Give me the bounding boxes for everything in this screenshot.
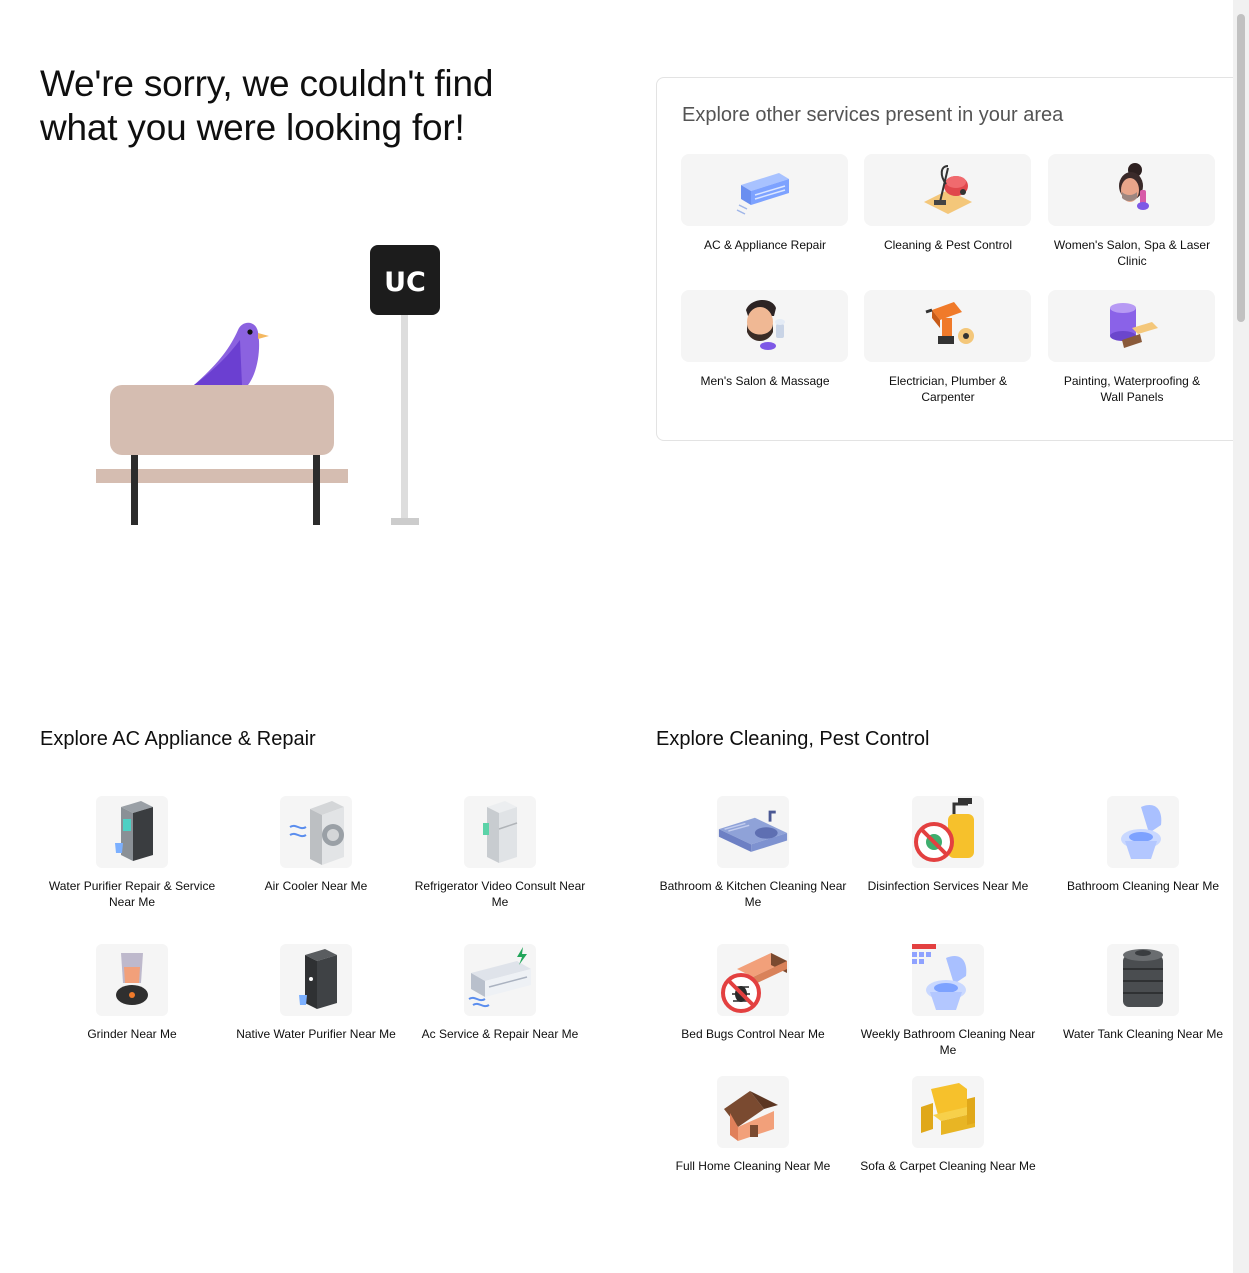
service-electrician-plumber[interactable]: Electrician, Plumber & Carpenter: [864, 290, 1032, 405]
paint-bucket-icon: [1048, 290, 1215, 362]
item-disinfection-services[interactable]: Disinfection Services Near Me: [853, 796, 1043, 894]
vertical-scrollbar[interactable]: [1233, 0, 1249, 1273]
water-purifier-icon: [96, 796, 168, 868]
section-title-ac: Explore AC Appliance & Repair: [40, 728, 316, 750]
vacuum-cleaner-icon: [864, 154, 1031, 226]
item-label: Air Cooler Near Me: [264, 879, 368, 893]
service-cleaning-pest-control[interactable]: Cleaning & Pest Control: [864, 154, 1032, 253]
refrigerator-icon: [464, 796, 536, 868]
house-icon: [717, 1076, 789, 1148]
item-label: Native Water Purifier Near Me: [236, 1027, 396, 1041]
grinder-icon: [96, 944, 168, 1016]
item-label: Bathroom Cleaning Near Me: [1066, 879, 1220, 893]
item-water-tank-cleaning[interactable]: Water Tank Cleaning Near Me: [1048, 944, 1238, 1042]
item-label: Full Home Cleaning Near Me: [675, 1159, 831, 1173]
explore-services-title: Explore other services present in your a…: [682, 104, 1064, 126]
item-native-water-purifier[interactable]: Native Water Purifier Near Me: [221, 944, 411, 1042]
item-ac-service[interactable]: Ac Service & Repair Near Me: [405, 944, 595, 1042]
item-label: Disinfection Services Near Me: [867, 879, 1029, 893]
not-found-illustration: UC: [90, 240, 450, 532]
ac-service-icon: [464, 944, 536, 1016]
toilet-icon: [1107, 796, 1179, 868]
page-title: We're sorry, we couldn't find what you w…: [40, 63, 494, 148]
service-label: Electrician, Plumber & Carpenter: [888, 374, 1008, 404]
item-bed-bugs-control[interactable]: Bed Bugs Control Near Me: [658, 944, 848, 1042]
service-label: Painting, Waterproofing & Wall Panels: [1063, 374, 1201, 404]
ac-unit-icon: [681, 154, 848, 226]
woman-facial-icon: [1048, 154, 1215, 226]
air-cooler-icon: [280, 796, 352, 868]
item-air-cooler[interactable]: Air Cooler Near Me: [221, 796, 411, 894]
item-label: Bed Bugs Control Near Me: [681, 1027, 825, 1041]
item-weekly-bathroom-cleaning[interactable]: Weekly Bathroom Cleaning Near Me: [853, 944, 1043, 1058]
armchair-icon: [912, 1076, 984, 1148]
service-womens-salon[interactable]: Women's Salon, Spa & Laser Clinic: [1048, 154, 1216, 269]
section-title-cleaning: Explore Cleaning, Pest Control: [656, 728, 930, 750]
kitchen-sink-icon: [717, 796, 789, 868]
bird-icon: [194, 322, 269, 385]
service-label: Cleaning & Pest Control: [883, 238, 1013, 252]
service-mens-salon[interactable]: Men's Salon & Massage: [681, 290, 849, 389]
item-label: Sofa & Carpet Cleaning Near Me: [860, 1159, 1036, 1173]
item-grinder[interactable]: Grinder Near Me: [37, 944, 227, 1042]
item-bathroom-kitchen-cleaning[interactable]: Bathroom & Kitchen Cleaning Near Me: [658, 796, 848, 910]
water-tank-icon: [1107, 944, 1179, 1016]
service-label: Men's Salon & Massage: [700, 374, 830, 388]
item-label: Water Tank Cleaning Near Me: [1062, 1027, 1224, 1041]
explore-services-card: Explore other services present in your a…: [656, 77, 1249, 441]
native-water-purifier-icon: [280, 944, 352, 1016]
disinfection-sprayer-icon: [912, 796, 984, 868]
item-bathroom-cleaning[interactable]: Bathroom Cleaning Near Me: [1048, 796, 1238, 894]
item-water-purifier[interactable]: Water Purifier Repair & Service Near Me: [37, 796, 227, 910]
item-label: Weekly Bathroom Cleaning Near Me: [860, 1027, 1036, 1057]
item-label: Ac Service & Repair Near Me: [421, 1027, 579, 1041]
service-painting-waterproofing[interactable]: Painting, Waterproofing & Wall Panels: [1048, 290, 1216, 405]
item-label: Grinder Near Me: [87, 1027, 177, 1041]
uc-logo: UC: [384, 267, 426, 298]
signpost-icon: UC: [370, 245, 440, 525]
bed-bug-icon: [717, 944, 789, 1016]
service-ac-appliance-repair[interactable]: AC & Appliance Repair: [681, 154, 849, 253]
service-label: AC & Appliance Repair: [703, 238, 827, 252]
item-label: Water Purifier Repair & Service Near Me: [48, 879, 216, 909]
bearded-man-icon: [681, 290, 848, 362]
bench-icon: [96, 385, 348, 525]
item-label: Refrigerator Video Consult Near Me: [414, 879, 586, 909]
weekly-toilet-icon: [912, 944, 984, 1016]
power-drill-icon: [864, 290, 1031, 362]
scrollbar-thumb[interactable]: [1237, 14, 1245, 322]
item-sofa-carpet-cleaning[interactable]: Sofa & Carpet Cleaning Near Me: [853, 1076, 1043, 1174]
service-label: Women's Salon, Spa & Laser Clinic: [1053, 238, 1211, 268]
item-refrigerator[interactable]: Refrigerator Video Consult Near Me: [405, 796, 595, 910]
item-label: Bathroom & Kitchen Cleaning Near Me: [659, 879, 847, 909]
item-full-home-cleaning[interactable]: Full Home Cleaning Near Me: [658, 1076, 848, 1174]
